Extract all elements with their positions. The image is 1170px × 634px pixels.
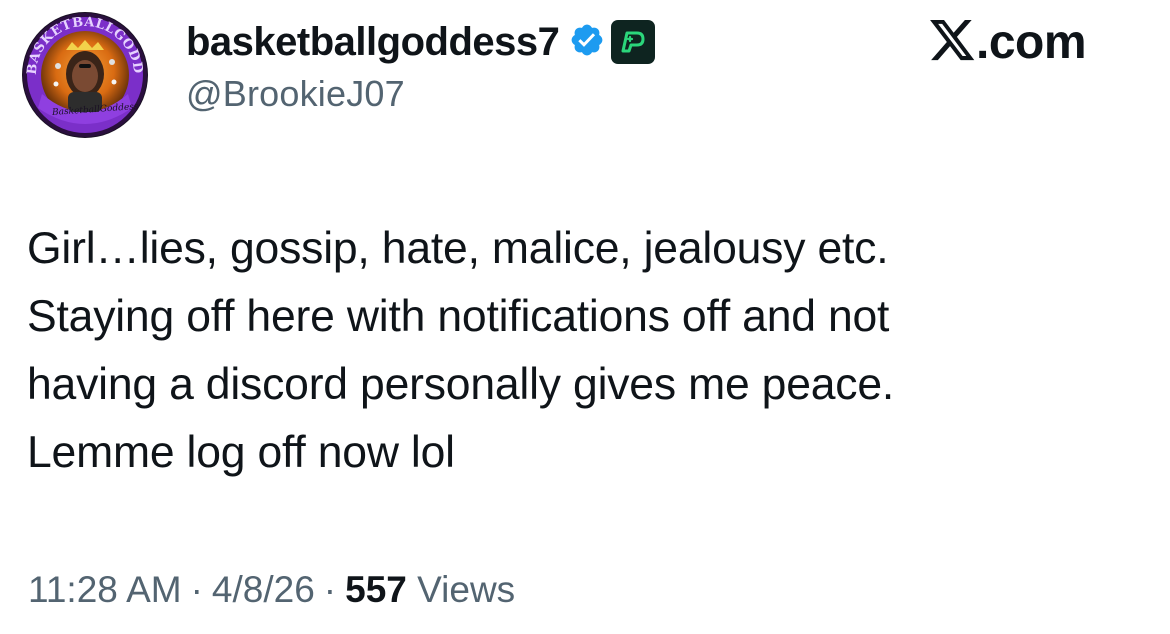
avatar-image: BASKETBALLGODDESS	[22, 12, 147, 137]
sportsbook-app-icon[interactable]	[611, 20, 656, 64]
author-name-row: basketballgoddess7	[186, 14, 656, 70]
views-count: 557	[345, 569, 407, 610]
author-handle[interactable]: @BrookieJ07	[186, 76, 405, 112]
views-label: Views	[417, 569, 516, 610]
tweet-date[interactable]: 4/8/26	[212, 569, 315, 610]
x-domain-text: .com	[976, 16, 1087, 69]
tweet-meta: 11:28 AM · 4/8/26 · 557 Views	[28, 566, 515, 614]
tweet-card: BASKETBALLGODDESS BasketballGoddess bask…	[0, 0, 1170, 634]
avatar[interactable]: BASKETBALLGODDESS BasketballGoddess	[22, 12, 148, 138]
tweet-line: Lemme log off now lol	[27, 428, 455, 477]
tweet-text: Girl…lies, gossip, hate, malice, jealous…	[27, 215, 1147, 487]
verified-badge-icon	[559, 22, 605, 63]
meta-separator: ·	[323, 569, 337, 610]
display-name[interactable]: basketballgoddess7	[186, 22, 560, 62]
tweet-line: Staying off here with notifications off …	[27, 292, 890, 341]
tweet-line: having a discord personally gives me pea…	[27, 360, 895, 409]
tweet-line: Girl…lies, gossip, hate, malice, jealous…	[27, 224, 889, 273]
meta-separator: ·	[190, 569, 203, 610]
x-logo-icon	[930, 19, 976, 67]
tweet-time[interactable]: 11:28 AM	[28, 569, 182, 610]
x-brand: .com	[930, 16, 1087, 69]
